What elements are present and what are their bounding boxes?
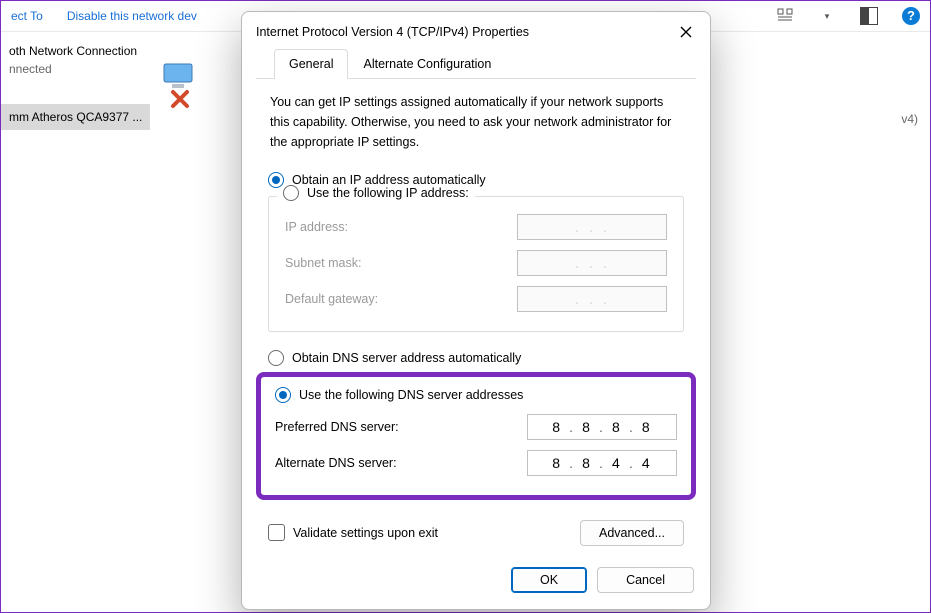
dialog-title: Internet Protocol Version 4 (TCP/IPv4) P… xyxy=(256,25,529,39)
radio-ip-manual-row[interactable]: Use the following IP address: xyxy=(277,185,475,201)
default-gateway-label: Default gateway: xyxy=(285,292,378,306)
radio-dns-auto[interactable] xyxy=(268,350,284,366)
ip-address-input: ... xyxy=(517,214,667,240)
validate-settings-label: Validate settings upon exit xyxy=(293,526,438,540)
ok-button[interactable]: OK xyxy=(511,567,587,593)
settings-hint: You can get IP settings assigned automat… xyxy=(270,93,682,152)
titlebar: Internet Protocol Version 4 (TCP/IPv4) P… xyxy=(242,12,710,48)
radio-ip-auto-label: Obtain an IP address automatically xyxy=(292,173,486,187)
radio-dns-manual-label: Use the following DNS server addresses xyxy=(299,388,523,402)
subnet-mask-label: Subnet mask: xyxy=(285,256,361,270)
dns-highlight-block: Use the following DNS server addresses P… xyxy=(256,372,696,500)
radio-dns-auto-row[interactable]: Obtain DNS server address automatically xyxy=(268,346,684,372)
advanced-button[interactable]: Advanced... xyxy=(580,520,684,546)
default-gateway-input: ... xyxy=(517,286,667,312)
alternate-dns-input[interactable]: 8. 8. 4. 4 xyxy=(527,450,677,476)
ipv4-properties-dialog: Internet Protocol Version 4 (TCP/IPv4) P… xyxy=(241,11,711,610)
validate-settings-row[interactable]: Validate settings upon exit xyxy=(268,518,438,547)
tabs: General Alternate Configuration xyxy=(256,48,696,79)
radio-dns-manual-row[interactable]: Use the following DNS server addresses xyxy=(275,383,677,409)
close-icon[interactable] xyxy=(676,22,696,42)
cancel-button[interactable]: Cancel xyxy=(597,567,694,593)
radio-ip-manual-label: Use the following IP address: xyxy=(307,186,469,200)
radio-dns-auto-label: Obtain DNS server address automatically xyxy=(292,351,521,365)
subnet-mask-input: ... xyxy=(517,250,667,276)
validate-settings-checkbox[interactable] xyxy=(268,524,285,541)
radio-ip-manual[interactable] xyxy=(283,185,299,201)
ip-address-label: IP address: xyxy=(285,220,348,234)
alternate-dns-label: Alternate DNS server: xyxy=(275,456,397,470)
preferred-dns-label: Preferred DNS server: xyxy=(275,420,399,434)
tab-alternate-configuration[interactable]: Alternate Configuration xyxy=(348,49,506,79)
tab-general[interactable]: General xyxy=(274,49,348,79)
preferred-dns-input[interactable]: 8. 8. 8. 8 xyxy=(527,414,677,440)
radio-dns-manual[interactable] xyxy=(275,387,291,403)
